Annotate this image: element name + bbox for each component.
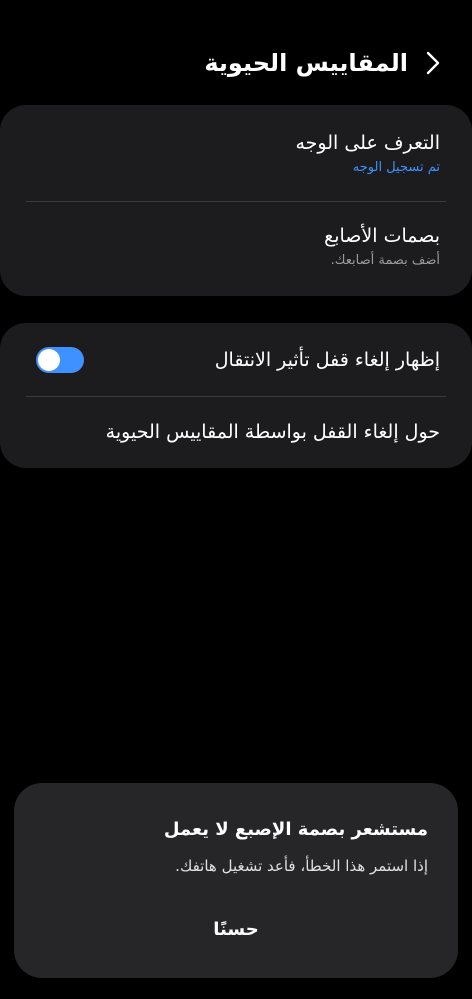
toggle-knob [38, 348, 60, 371]
transition-effect-item[interactable]: إظهار إلغاء قفل تأثير الانتقال [0, 323, 472, 396]
app-header: المقاييس الحيوية [26, 38, 446, 88]
transition-effect-label: إظهار إلغاء قفل تأثير الانتقال [214, 348, 440, 371]
fingerprints-status: أضف بصمة أصابعك. [330, 253, 440, 268]
chevron-left-icon [426, 51, 440, 75]
face-recognition-item[interactable]: التعرف على الوجه تم تسجيل الوجه [0, 105, 472, 201]
unlock-settings-card: إظهار إلغاء قفل تأثير الانتقال حول إلغاء… [0, 323, 472, 468]
fingerprints-item[interactable]: بصمات الأصابع أضف بصمة أصابعك. [0, 201, 472, 296]
face-recognition-title: التعرف على الوجه [295, 132, 440, 154]
fingerprints-title: بصمات الأصابع [324, 225, 440, 247]
error-dialog: مستشعر بصمة الإصبع لا يعمل إذا استمر هذا… [14, 783, 458, 978]
transition-effect-toggle[interactable] [36, 346, 84, 373]
dialog-title: مستشعر بصمة الإصبع لا يعمل [163, 819, 428, 840]
page-title: المقاييس الحيوية [204, 49, 408, 77]
face-recognition-status: تم تسجيل الوجه [352, 160, 440, 175]
back-button[interactable] [420, 45, 446, 81]
ok-button[interactable]: حسنًا [14, 909, 458, 949]
about-biometric-unlock-item[interactable]: حول إلغاء القفل بواسطة المقاييس الحيوية [0, 396, 472, 468]
biometrics-card: التعرف على الوجه تم تسجيل الوجه بصمات ال… [0, 105, 472, 296]
about-biometric-unlock-label: حول إلغاء القفل بواسطة المقاييس الحيوية [105, 421, 440, 443]
dialog-message: إذا استمر هذا الخطأ، فأعد تشغيل هاتفك. [175, 857, 428, 875]
